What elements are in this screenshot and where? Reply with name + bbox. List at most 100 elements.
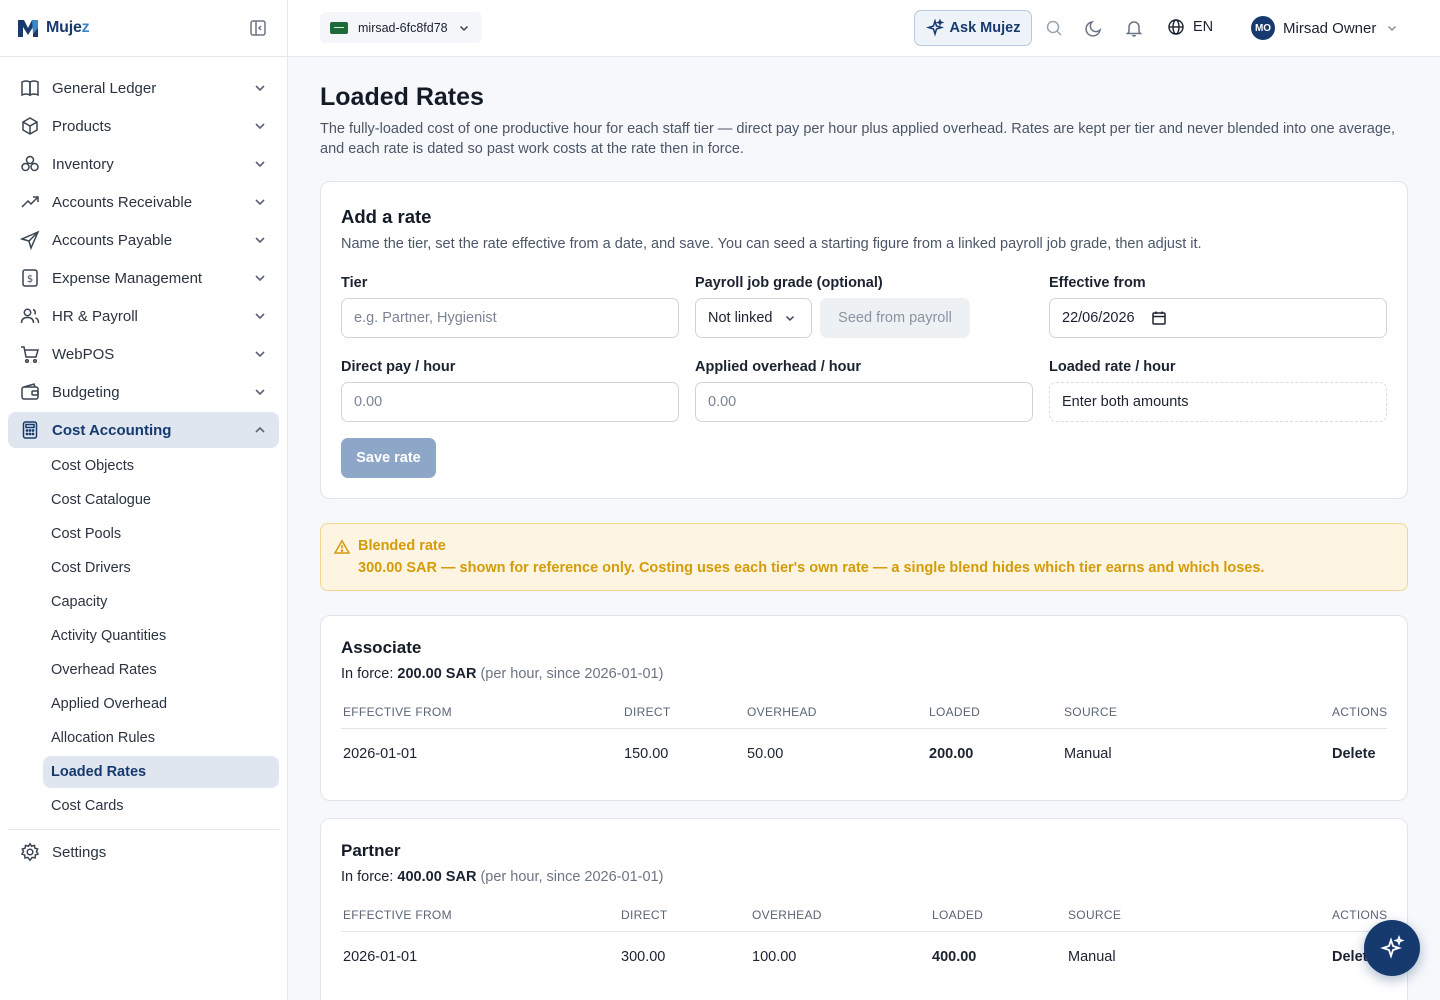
tier-card-partner: Partner In force: 400.00 SAR (per hour, …: [320, 818, 1408, 1000]
seed-from-payroll-button[interactable]: Seed from payroll: [820, 298, 970, 338]
col-effective-from: EFFECTIVE FROM: [343, 908, 452, 922]
topbar: mirsad-6fc8fd78 Ask Mujez EN MO Mirsad O…: [288, 0, 1440, 57]
cell-loaded: 200.00: [929, 746, 974, 762]
sidebar-item-settings[interactable]: Settings: [8, 834, 279, 870]
sidebar-item-accounts-payable[interactable]: Accounts Payable: [8, 222, 279, 258]
cell-direct: 150.00: [624, 746, 669, 762]
loaded-rate-label: Loaded rate / hour: [1049, 359, 1176, 375]
subnav-overhead-rates[interactable]: Overhead Rates: [43, 654, 279, 686]
chevron-down-icon: [255, 313, 265, 320]
save-rate-button[interactable]: Save rate: [341, 438, 436, 478]
cell-overhead: 50.00: [747, 746, 784, 762]
payroll-grade-select[interactable]: Not linked: [695, 298, 812, 338]
page-description: The fully-loaded cost of one productive …: [320, 121, 1395, 157]
sidebar-item-label: Cost Accounting: [52, 421, 172, 439]
subnav-cost-drivers[interactable]: Cost Drivers: [43, 552, 279, 584]
delete-button[interactable]: Delete: [1332, 746, 1376, 762]
add-rate-title: Add a rate: [341, 206, 432, 227]
sidebar-item-cost-accounting[interactable]: Cost Accounting: [8, 412, 279, 448]
col-loaded: LOADED: [929, 705, 981, 719]
sidebar-item-label: Budgeting: [52, 383, 120, 401]
subnav-cost-pools[interactable]: Cost Pools: [43, 518, 279, 550]
search-icon[interactable]: [1045, 19, 1063, 37]
calendar-icon[interactable]: [1151, 310, 1167, 326]
sidebar-item-inventory[interactable]: Inventory: [8, 146, 279, 182]
applied-overhead-input[interactable]: 0.00: [695, 382, 1033, 422]
ask-mujez-label: Ask Mujez: [949, 20, 1021, 36]
table-header-divider: [341, 728, 1387, 729]
sidebar-item-general-ledger[interactable]: General Ledger: [8, 70, 279, 106]
sidebar-item-budgeting[interactable]: Budgeting: [8, 374, 279, 410]
col-actions: ACTIONS: [1332, 705, 1388, 719]
mujez-logo-icon: [18, 20, 38, 37]
tier-name: Partner: [341, 841, 401, 860]
user-name: Mirsad Owner: [1283, 19, 1377, 37]
page-title: Loaded Rates: [320, 83, 484, 111]
tier-input[interactable]: e.g. Partner, Hygienist: [341, 298, 679, 338]
svg-text:$: $: [27, 274, 33, 285]
language-switcher[interactable]: EN: [1167, 18, 1213, 36]
add-rate-card: Add a rate Name the tier, set the rate e…: [320, 181, 1408, 499]
sidebar-item-expense-management[interactable]: $ Expense Management: [8, 260, 279, 296]
chevron-down-icon: [255, 237, 265, 244]
warning-icon: [334, 539, 350, 554]
tier-in-force: In force: 400.00 SAR (per hour, since 20…: [341, 869, 664, 885]
direct-pay-input[interactable]: 0.00: [341, 382, 679, 422]
subnav-capacity[interactable]: Capacity: [43, 586, 279, 618]
sidebar-item-webpos[interactable]: WebPOS: [8, 336, 279, 372]
avatar: MO: [1251, 16, 1275, 40]
blended-rate-title: Blended rate: [358, 538, 446, 554]
sidebar-item-label: Settings: [52, 843, 107, 861]
chevron-down-icon: [255, 199, 265, 206]
brand-name: Mujez: [46, 19, 90, 36]
sidebar-item-label: Inventory: [52, 155, 114, 173]
user-menu[interactable]: MO Mirsad Owner: [1251, 16, 1398, 40]
subnav-cost-catalogue[interactable]: Cost Catalogue: [43, 484, 279, 516]
chevron-down-icon: [255, 351, 265, 358]
subnav-cost-cards[interactable]: Cost Cards: [43, 790, 279, 822]
gear-icon: [20, 842, 40, 862]
col-effective-from: EFFECTIVE FROM: [343, 705, 452, 719]
send-icon: [20, 230, 40, 250]
cell-effective-from: 2026-01-01: [343, 746, 418, 762]
col-source: SOURCE: [1064, 705, 1118, 719]
sidebar-item-label: HR & Payroll: [52, 307, 138, 325]
col-loaded: LOADED: [932, 908, 984, 922]
bell-icon[interactable]: [1125, 19, 1143, 37]
direct-pay-label: Direct pay / hour: [341, 359, 456, 375]
col-overhead: OVERHEAD: [752, 908, 822, 922]
blended-rate-text: 300.00 SAR — shown for reference only. C…: [358, 560, 1265, 576]
effective-from-input[interactable]: 22/06/2026: [1049, 298, 1387, 338]
cost-accounting-subnav: Cost Objects Cost Catalogue Cost Pools C…: [8, 450, 279, 822]
language-label: EN: [1193, 19, 1214, 35]
ai-assistant-fab[interactable]: [1364, 920, 1420, 976]
sidebar-item-label: Expense Management: [52, 269, 203, 287]
subnav-cost-objects[interactable]: Cost Objects: [43, 450, 279, 482]
add-rate-description: Name the tier, set the rate effective fr…: [341, 236, 1202, 252]
cell-loaded: 400.00: [932, 949, 977, 965]
chevron-down-icon: [255, 85, 265, 92]
chevron-down-icon: [255, 161, 265, 168]
table-header-divider: [341, 931, 1387, 932]
subnav-allocation-rules[interactable]: Allocation Rules: [43, 722, 279, 754]
subnav-loaded-rates[interactable]: Loaded Rates: [43, 756, 279, 788]
sidebar-item-hr-payroll[interactable]: HR & Payroll: [8, 298, 279, 334]
boxes-icon: [20, 154, 40, 174]
sidebar-item-label: Products: [52, 117, 112, 135]
calculator-icon: [20, 420, 40, 440]
users-icon: [20, 306, 40, 326]
sidebar-collapse-icon[interactable]: [249, 19, 267, 37]
tier-card-associate: Associate In force: 200.00 SAR (per hour…: [320, 615, 1408, 801]
sidebar-item-label: General Ledger: [52, 79, 157, 97]
cell-source: Manual: [1064, 746, 1112, 762]
moon-icon[interactable]: [1085, 19, 1103, 37]
sidebar-item-products[interactable]: Products: [8, 108, 279, 144]
applied-overhead-label: Applied overhead / hour: [695, 359, 861, 375]
ask-mujez-button[interactable]: Ask Mujez: [914, 10, 1032, 46]
tier-name: Associate: [341, 638, 422, 657]
loaded-rate-value: Enter both amounts: [1049, 382, 1387, 422]
sidebar-item-accounts-receivable[interactable]: Accounts Receivable: [8, 184, 279, 220]
subnav-activity-quantities[interactable]: Activity Quantities: [43, 620, 279, 652]
subnav-applied-overhead[interactable]: Applied Overhead: [43, 688, 279, 720]
company-switcher[interactable]: mirsad-6fc8fd78: [320, 12, 482, 43]
